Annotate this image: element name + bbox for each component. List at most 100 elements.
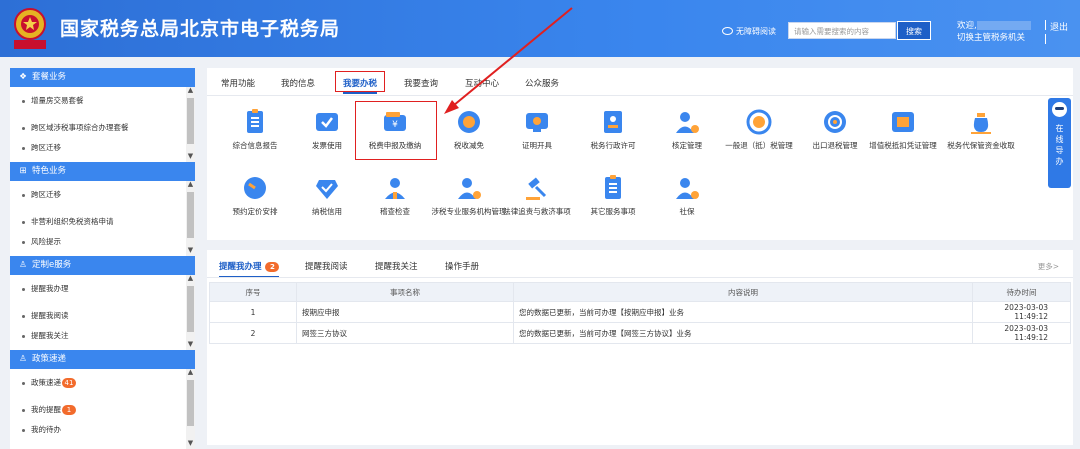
service-item[interactable]: 一般退（抵）税管理 — [719, 108, 799, 151]
item-name[interactable]: 按期应申报 — [296, 301, 514, 323]
service-item[interactable]: 社保 — [647, 174, 727, 217]
online-guide-button[interactable]: 在线导办 — [1048, 98, 1071, 188]
list-item[interactable]: 跨区迁移 — [10, 141, 195, 153]
agent-icon — [458, 178, 481, 199]
more-link[interactable]: 更多> — [1038, 261, 1059, 272]
service-item[interactable]: 税务代保管资金收取 — [941, 108, 1021, 151]
table-row[interactable]: 1 按期应申报 您的数据已更新，当前可办理【按期应申报】业务 2023-03-0… — [209, 301, 1071, 323]
user-gear-icon — [676, 112, 699, 133]
tab-remind-handle[interactable]: 提醒我办理 2 — [219, 260, 280, 278]
service-label: 综合信息报告 — [232, 141, 278, 150]
section-body: 提醒我办理 提醒我阅读 提醒我关注 ▲ ▼ — [10, 274, 195, 350]
service-item[interactable]: 法律追责与救济事项 — [497, 174, 577, 217]
export-icon — [824, 111, 846, 133]
sidebar-section-package[interactable]: ❖ 套餐业务 — [10, 68, 195, 87]
highlight-box-tab — [335, 71, 385, 92]
package-icon: ❖ — [19, 72, 27, 82]
permit-icon — [604, 111, 622, 133]
section-body: 跨区迁移 非营利组织免税资格申请 风险提示 ▲ ▼ — [10, 180, 195, 256]
service-item[interactable]: 增值税抵扣凭证管理 — [863, 108, 943, 151]
list-item[interactable]: 提醒我阅读 — [10, 302, 195, 329]
tab-remind-follow[interactable]: 提醒我关注 — [375, 260, 418, 272]
tab-public-service[interactable]: 公众服务 — [525, 77, 559, 89]
service-item[interactable]: 综合信息报告 — [215, 108, 295, 151]
highlight-box-service — [355, 101, 437, 160]
tab-query[interactable]: 我要查询 — [404, 77, 438, 89]
list-item[interactable]: 增量房交易套餐 — [10, 87, 195, 114]
refund-icon — [746, 109, 772, 135]
service-label: 增值税抵扣凭证管理 — [869, 141, 937, 150]
list-item[interactable]: 提醒我关注 — [10, 329, 195, 341]
table-row[interactable]: 2 网签三方协议 您的数据已更新，当前可办理【网签三方协议】业务 2023-03… — [209, 322, 1071, 344]
service-item[interactable]: 核定管理 — [647, 108, 727, 151]
tab-divider — [207, 95, 1073, 96]
tab-remind-read[interactable]: 提醒我阅读 — [305, 260, 348, 272]
section-body: 增量房交易套餐 跨区域涉税事项综合办理套餐 跨区迁移 ▲ ▼ — [10, 86, 195, 162]
row-index: 2 — [209, 322, 297, 344]
list-item[interactable]: 政策速递 41 — [10, 369, 195, 396]
site-title[interactable]: 国家税务总局北京市电子税务局 — [60, 14, 340, 41]
service-item[interactable]: 其它服务事项 — [573, 174, 653, 217]
tab-my-info[interactable]: 我的信息 — [281, 77, 315, 89]
scrollbar[interactable]: ▲ ▼ — [186, 86, 195, 162]
list-item[interactable]: 风险提示 — [10, 235, 195, 247]
section-title: 特色业务 — [32, 166, 67, 176]
item-name[interactable]: 网签三方协议 — [296, 322, 514, 344]
count-badge: 1 — [62, 405, 76, 415]
service-label: 稽查检查 — [380, 207, 410, 216]
list-icon — [605, 175, 621, 199]
coin-icon — [458, 111, 480, 133]
gavel-icon — [526, 177, 547, 200]
section-title: 套餐业务 — [32, 72, 67, 82]
welcome-area: 欢迎, 切换主管税务机关 — [957, 20, 1031, 44]
eye-icon — [722, 26, 733, 35]
sidebar-section-policy[interactable]: ♙ 政策速递 — [10, 350, 195, 369]
count-badge: 41 — [62, 378, 76, 388]
service-label: 法律追责与救济事项 — [503, 207, 571, 216]
top-header: 国家税务总局北京市电子税务局 无障碍阅读 请输入需要搜索的内容 搜索 欢迎, 切… — [0, 0, 1080, 57]
item-time: 2023-03-03 11:49:12 — [972, 322, 1071, 344]
list-item[interactable]: 我的待办 — [10, 423, 195, 435]
item-description: 您的数据已更新，当前可办理【按期应申报】业务 — [513, 301, 973, 323]
scrollbar[interactable]: ▲ ▼ — [186, 274, 195, 350]
divider — [1045, 20, 1046, 30]
service-item[interactable]: 证明开具 — [497, 108, 577, 151]
tab-common[interactable]: 常用功能 — [221, 77, 255, 89]
column-header: 序号 — [209, 282, 297, 302]
list-item[interactable]: 跨区迁移 — [10, 181, 195, 208]
service-label: 社保 — [679, 207, 695, 216]
tax-emblem-logo — [14, 8, 46, 49]
search-input[interactable]: 请输入需要搜索的内容 — [788, 22, 896, 39]
scrollbar[interactable]: ▲ ▼ — [186, 368, 195, 449]
section-title: 定制e服务 — [32, 260, 72, 270]
list-item[interactable]: 非营利组织免税资格申请 — [10, 208, 195, 235]
row-index: 1 — [209, 301, 297, 323]
column-header: 待办时间 — [972, 282, 1071, 302]
scrollbar[interactable]: ▲ ▼ — [186, 180, 195, 256]
list-item[interactable]: 我的提醒 1 — [10, 396, 195, 423]
section-title: 政策速递 — [32, 354, 67, 364]
accessibility-label: 无障碍阅读 — [736, 27, 776, 36]
list-item[interactable]: 提醒我办理 — [10, 275, 195, 302]
username-redacted — [976, 21, 1031, 30]
user-icon: ♙ — [19, 260, 27, 270]
grid-icon: ⊞ — [19, 166, 27, 176]
service-item[interactable]: 税务行政许可 — [573, 108, 653, 151]
user-icon: ♙ — [19, 354, 27, 364]
switch-agency-link[interactable]: 切换主管税务机关 — [957, 32, 1031, 44]
document-icon — [247, 109, 263, 133]
sidebar-section-custom[interactable]: ♙ 定制e服务 — [10, 256, 195, 275]
accessibility-link[interactable]: 无障碍阅读 — [722, 26, 776, 37]
tab-manual[interactable]: 操作手册 — [445, 260, 479, 272]
divider — [1045, 34, 1046, 44]
logout-link[interactable]: 退出 — [1050, 20, 1068, 33]
list-item[interactable]: 跨区域涉税事项综合办理套餐 — [10, 114, 195, 141]
tab-divider — [207, 277, 1073, 278]
service-label: 一般退（抵）税管理 — [725, 141, 793, 150]
sidebar-section-special[interactable]: ⊞ 特色业务 — [10, 162, 195, 181]
certificate-icon — [526, 113, 548, 132]
service-item[interactable]: 预约定价安排 — [215, 174, 295, 217]
search-button[interactable]: 搜索 — [897, 21, 931, 40]
tab-interaction[interactable]: 互动中心 — [465, 77, 499, 89]
service-item[interactable]: 稽查检查 — [355, 174, 435, 217]
